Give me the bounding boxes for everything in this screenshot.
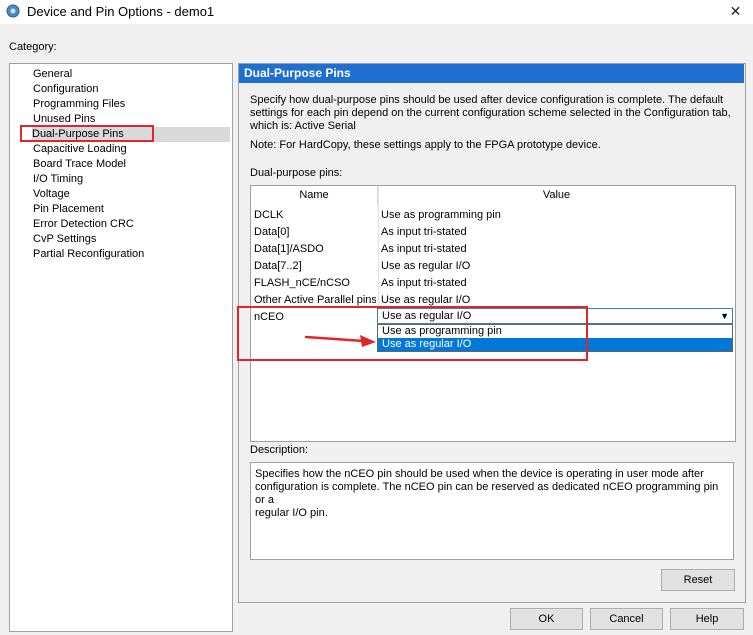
category-label: Category: xyxy=(9,41,57,53)
category-item-configuration[interactable]: Configuration xyxy=(33,82,231,97)
pin-name: Other Active Parallel pins xyxy=(254,294,376,306)
category-item-capacitive-loading[interactable]: Capacitive Loading xyxy=(33,142,231,157)
category-item-partial-reconfiguration[interactable]: Partial Reconfiguration xyxy=(33,247,231,262)
table-row[interactable]: FLASH_nCE/nCSO As input tri-stated xyxy=(251,275,735,292)
pin-name: DCLK xyxy=(254,209,284,221)
intro-text-line3: which is: Active Serial xyxy=(250,120,356,132)
panel-title: Dual-Purpose Pins xyxy=(244,66,351,80)
dropdown-option-programming-pin[interactable]: Use as programming pin xyxy=(378,325,732,338)
table-row[interactable]: Data[0] As input tri-stated xyxy=(251,224,735,241)
category-item-board-trace-model[interactable]: Board Trace Model xyxy=(33,157,231,172)
dropdown-selected-value: Use as regular I/O xyxy=(382,310,472,322)
table-row[interactable]: Other Active Parallel pins Use as regula… xyxy=(251,292,735,309)
hardcopy-note: Note: For HardCopy, these settings apply… xyxy=(250,139,601,151)
category-item-voltage[interactable]: Voltage xyxy=(33,187,231,202)
category-item-pin-placement[interactable]: Pin Placement xyxy=(33,202,231,217)
description-box: Specifies how the nCEO pin should be use… xyxy=(250,462,734,560)
category-item-unused-pins[interactable]: Unused Pins xyxy=(33,112,231,127)
description-line2: configuration is complete. The nCEO pin … xyxy=(255,481,719,506)
ok-button[interactable]: OK xyxy=(510,608,583,630)
pin-value[interactable]: As input tri-stated xyxy=(381,241,731,258)
nceo-value-dropdown[interactable]: Use as regular I/O ▼ xyxy=(377,308,733,324)
close-button[interactable]: ✕ xyxy=(718,0,753,24)
column-header-name[interactable]: Name xyxy=(251,186,378,205)
pin-value[interactable]: Use as regular I/O xyxy=(381,292,731,309)
pin-name: nCEO xyxy=(254,311,284,323)
pin-value[interactable]: Use as programming pin xyxy=(381,207,731,224)
pin-name: Data[0] xyxy=(254,226,290,238)
pin-name: Data[1]/ASDO xyxy=(254,243,324,255)
description-line1: Specifies how the nCEO pin should be use… xyxy=(255,468,704,480)
intro-text-line2: settings for each pin depend on the curr… xyxy=(250,107,731,119)
description-line3: regular I/O pin. xyxy=(255,507,328,519)
pins-table-label: Dual-purpose pins: xyxy=(250,167,343,179)
category-item-error-detection-crc[interactable]: Error Detection CRC xyxy=(33,217,231,232)
pin-value[interactable]: Use as regular I/O xyxy=(381,258,731,275)
table-row[interactable]: Data[7..2] Use as regular I/O xyxy=(251,258,735,275)
dropdown-options-list[interactable]: Use as programming pin Use as regular I/… xyxy=(377,324,733,352)
description-text: Specifies how the nCEO pin should be use… xyxy=(255,468,729,520)
column-header-value[interactable]: Value xyxy=(378,186,735,205)
dropdown-option-regular-io[interactable]: Use as regular I/O xyxy=(378,338,732,351)
category-item-programming-files[interactable]: Programming Files xyxy=(33,97,231,112)
intro-text-line1: Specify how dual-purpose pins should be … xyxy=(250,94,724,106)
panel-header: Dual-Purpose Pins xyxy=(239,64,744,83)
pin-value[interactable]: As input tri-stated xyxy=(381,275,731,292)
reset-button[interactable]: Reset xyxy=(661,569,735,591)
help-button[interactable]: Help xyxy=(670,608,744,630)
app-icon xyxy=(6,4,20,18)
table-row[interactable]: DCLK Use as programming pin xyxy=(251,207,735,224)
cancel-button[interactable]: Cancel xyxy=(590,608,663,630)
category-list[interactable]: General Configuration Programming Files … xyxy=(9,63,233,632)
category-item-dual-purpose-pins[interactable]: Dual-Purpose Pins xyxy=(32,127,230,142)
annotation-arrow-icon xyxy=(304,335,376,347)
pin-name: FLASH_nCE/nCSO xyxy=(254,277,350,289)
chevron-down-icon[interactable]: ▼ xyxy=(720,309,729,323)
description-label: Description: xyxy=(250,444,309,456)
table-row[interactable]: Data[1]/ASDO As input tri-stated xyxy=(251,241,735,258)
window-title: Device and Pin Options - demo1 xyxy=(27,4,215,19)
category-item-cvp-settings[interactable]: CvP Settings xyxy=(33,232,231,247)
category-item-io-timing[interactable]: I/O Timing xyxy=(33,172,231,187)
pin-name: Data[7..2] xyxy=(254,260,302,272)
category-item-general[interactable]: General xyxy=(33,67,231,82)
pin-value[interactable]: As input tri-stated xyxy=(381,224,731,241)
